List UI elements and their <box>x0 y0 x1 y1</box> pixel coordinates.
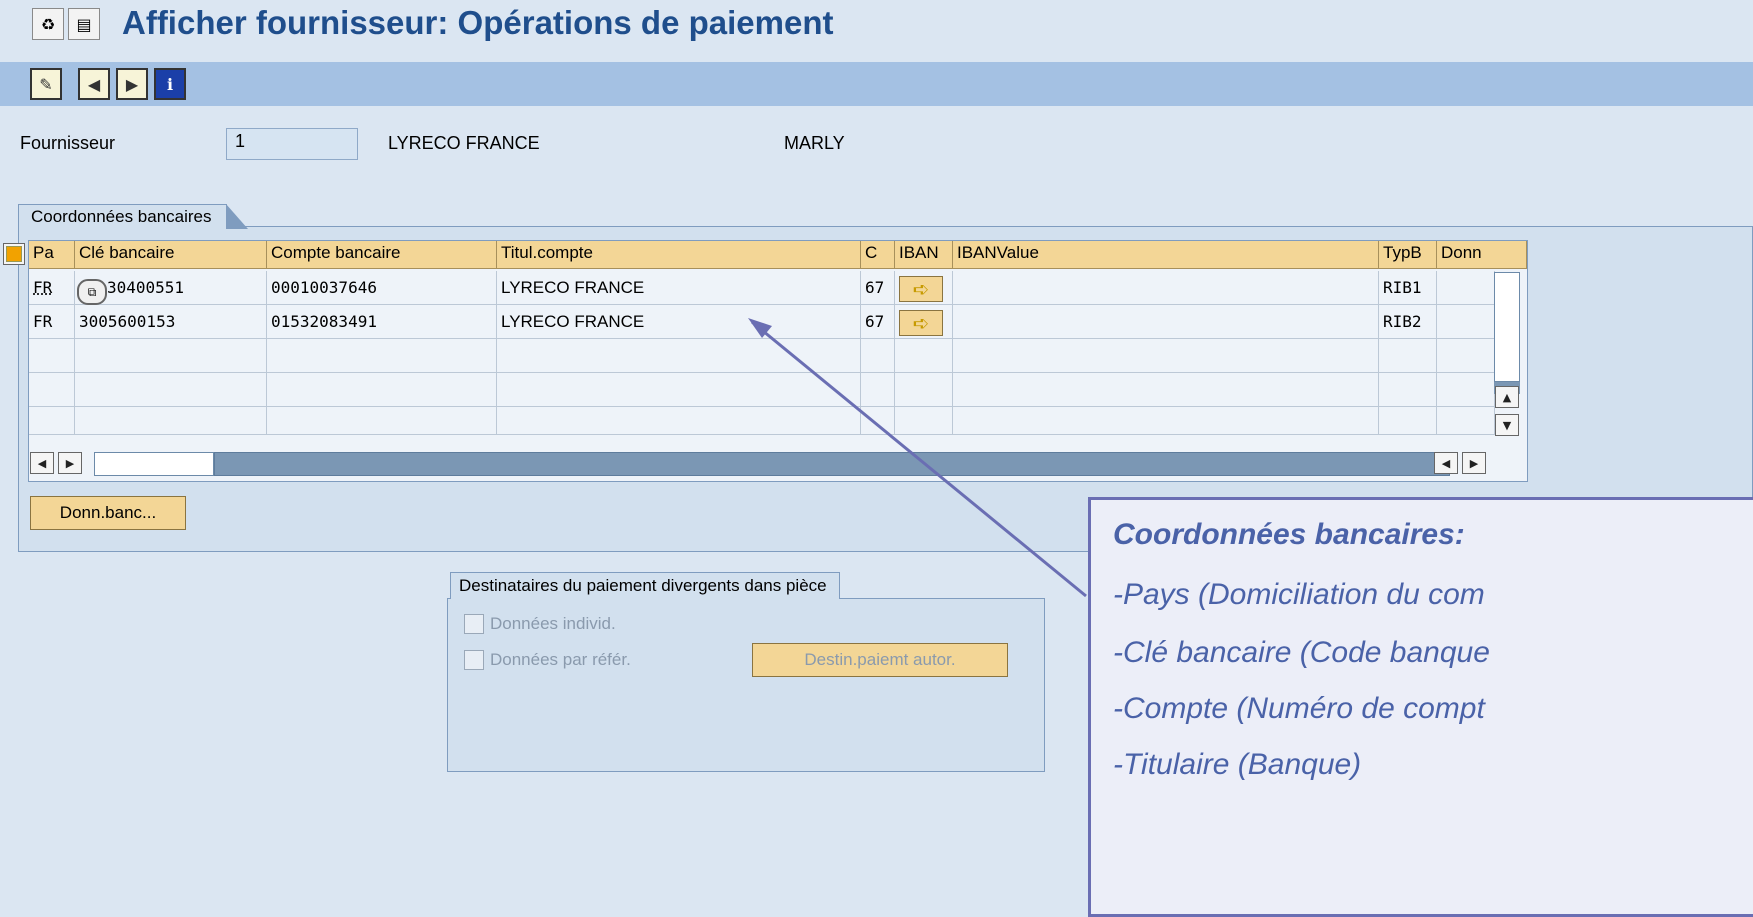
callout-title: Coordonnées bancaires: <box>1113 518 1465 551</box>
callout-item-compte: -Compte (Numéro de compt <box>1113 692 1485 725</box>
callout-item-titulaire: -Titulaire (Banque) <box>1113 748 1362 781</box>
callout-item-pays: -Pays (Domiciliation du com <box>1113 578 1485 611</box>
callout-item-cle: -Clé bancaire (Code banque <box>1113 636 1490 669</box>
annotation-callout: Coordonnées bancaires: -Pays (Domiciliat… <box>1088 497 1753 917</box>
